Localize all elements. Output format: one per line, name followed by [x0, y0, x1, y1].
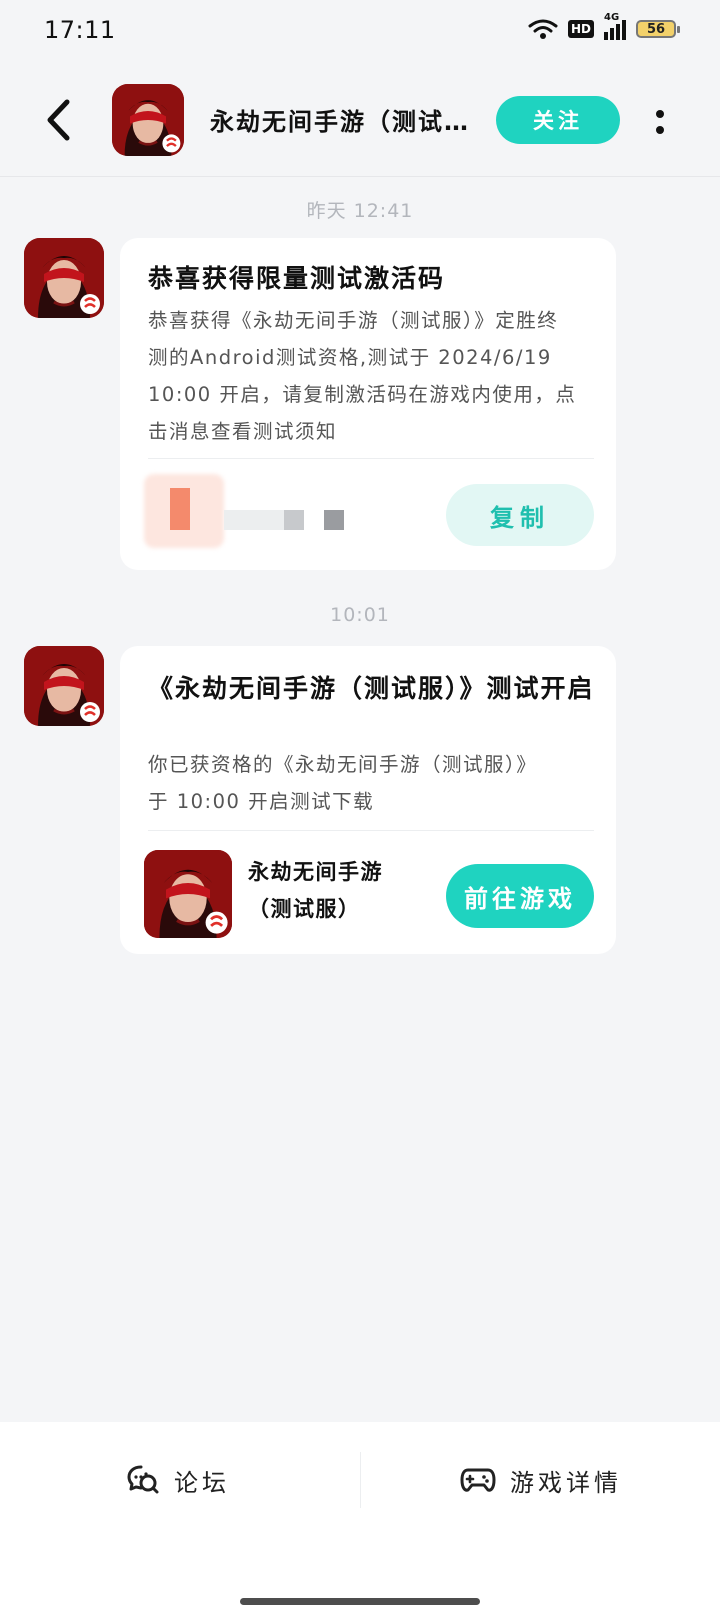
message-card[interactable]: 恭喜获得限量测试激活码 恭喜获得《永劫无间手游（测试服）》定胜终测的Androi…	[120, 238, 616, 570]
more-dot-icon	[656, 110, 664, 118]
battery-indicator: 56	[636, 20, 680, 38]
back-button[interactable]	[38, 92, 78, 148]
gamepad-icon	[460, 1468, 496, 1492]
message-title: 恭喜获得限量测试激活码	[148, 264, 446, 293]
nav-divider	[360, 1452, 361, 1508]
hd-badge: HD	[567, 20, 594, 38]
home-indicator[interactable]	[240, 1598, 480, 1605]
more-options-button[interactable]	[648, 104, 672, 140]
forum-chat-icon	[127, 1465, 159, 1494]
message-card[interactable]: 《永劫无间手游（测试服）》测试开启 你已获资格的《永劫无间手游（测试服）》于 1…	[120, 646, 616, 954]
signal-icon: 4G	[604, 12, 626, 40]
message-body: 你已获资格的《永劫无间手游（测试服）》于 10:00 开启测试下载	[148, 753, 528, 813]
status-bar: 17:11 HD 4G 56	[0, 0, 720, 64]
follow-button[interactable]: 关注	[496, 96, 620, 144]
chat-header: 永劫无间手游（测试服） 关注	[0, 64, 720, 177]
divider	[148, 830, 594, 831]
game-icon[interactable]	[144, 850, 232, 938]
message-timestamp: 昨天 12:41	[306, 200, 414, 222]
game-character-icon	[24, 646, 104, 726]
chevron-left-icon	[47, 99, 70, 141]
copy-code-button[interactable]: 复制	[446, 484, 594, 546]
status-icons: HD 4G 56	[528, 12, 680, 40]
go-to-game-button[interactable]: 前往游戏	[446, 864, 594, 928]
game-avatar[interactable]	[112, 84, 184, 156]
bottom-nav: 论坛 游戏详情	[0, 1422, 720, 1612]
page-title: 永劫无间手游（测试服）	[210, 108, 490, 136]
message-timestamp: 10:01	[330, 604, 390, 626]
tab-game-detail-label: 游戏详情	[510, 1468, 622, 1497]
more-dot-icon	[656, 126, 664, 134]
tab-game-detail[interactable]: 游戏详情	[460, 1458, 622, 1502]
game-name: 永劫无间手游（测试服）	[248, 860, 383, 921]
network-type: 4G	[604, 12, 620, 23]
game-character-icon	[144, 850, 232, 938]
status-time: 17:11	[44, 16, 116, 44]
game-character-icon	[112, 84, 184, 156]
sender-avatar[interactable]	[24, 646, 104, 726]
activation-code-redacted	[144, 474, 344, 548]
tab-forum[interactable]: 论坛	[126, 1458, 230, 1502]
wifi-icon	[528, 19, 558, 39]
game-character-icon	[24, 238, 104, 318]
message-title: 《永劫无间手游（测试服）》测试开启	[148, 674, 595, 703]
tab-forum-label: 论坛	[174, 1468, 230, 1497]
divider	[148, 458, 594, 459]
sender-avatar[interactable]	[24, 238, 104, 318]
message-body: 恭喜获得《永劫无间手游（测试服）》定胜终测的Android测试资格,测试于 20…	[148, 309, 577, 443]
